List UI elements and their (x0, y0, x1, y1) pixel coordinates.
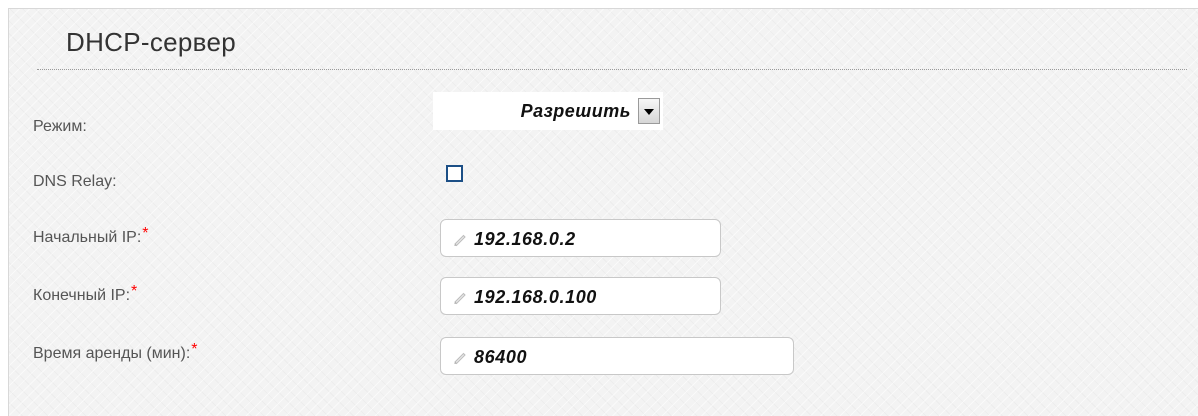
dns-relay-label-text: DNS Relay: (33, 173, 117, 190)
lease-time-label-text: Время аренды (мин): (33, 345, 191, 362)
end-ip-value: 192.168.0.100 (474, 287, 597, 307)
mode-label-text: Режим: (33, 118, 87, 135)
mode-select[interactable]: Разрешить (433, 92, 663, 130)
title-divider (37, 69, 1187, 70)
dns-relay-label: DNS Relay: (33, 173, 117, 191)
start-ip-label: Начальный IP:* (33, 225, 149, 247)
section-title: DHCP-сервер (66, 27, 236, 57)
start-ip-value: 192.168.0.2 (474, 229, 576, 249)
start-ip-label-text: Начальный IP: (33, 229, 142, 246)
lease-time-value: 86400 (474, 347, 528, 367)
end-ip-label-text: Конечный IP: (33, 287, 131, 304)
required-marker: * (131, 283, 138, 300)
pencil-icon (454, 234, 466, 247)
chevron-down-icon[interactable] (638, 98, 660, 124)
start-ip-field[interactable]: 192.168.0.2 (440, 219, 721, 257)
dns-relay-checkbox[interactable] (446, 165, 463, 182)
lease-time-label: Время аренды (мин):* (33, 341, 198, 363)
lease-time-field[interactable]: 86400 (440, 337, 794, 375)
end-ip-label: Конечный IP:* (33, 283, 137, 305)
mode-select-value: Разрешить (520, 101, 631, 121)
required-marker: * (191, 341, 198, 358)
mode-label: Режим: (33, 118, 87, 136)
pencil-icon (454, 352, 466, 365)
end-ip-field[interactable]: 192.168.0.100 (440, 277, 721, 315)
pencil-icon (454, 292, 466, 305)
required-marker: * (142, 225, 149, 242)
